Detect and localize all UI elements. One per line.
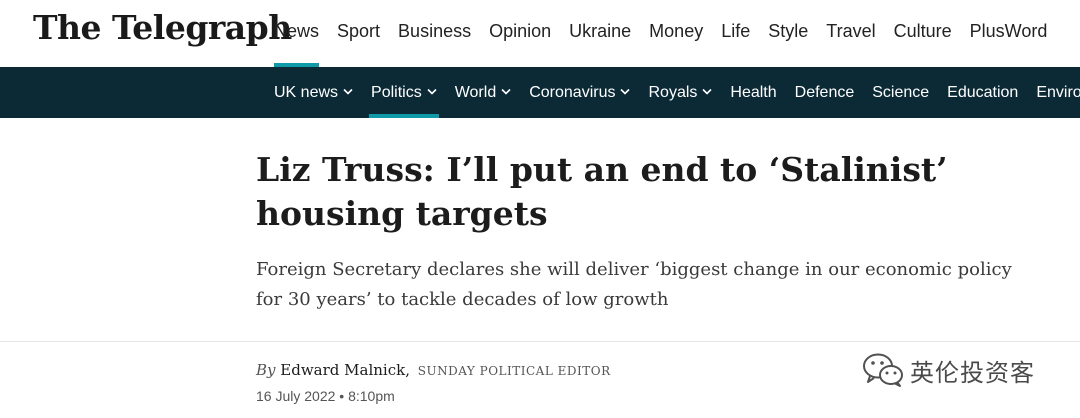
article-headline: Liz Truss: I’ll put an end to ‘Stalinist… — [256, 150, 948, 233]
byline-divider — [0, 341, 1080, 342]
section-nav-environment[interactable]: Environment — [1036, 67, 1080, 118]
primary-nav: News Sport Business Opinion Ukraine Money Life… — [274, 0, 1065, 67]
primary-nav-plusword[interactable]: PlusWord — [970, 0, 1048, 67]
section-nav-royals[interactable]: Royals — [648, 67, 712, 118]
section-nav-defence[interactable]: Defence — [795, 67, 855, 118]
section-nav-label: Education — [947, 83, 1019, 101]
byline-prefix: By — [256, 361, 276, 379]
section-nav-label: Health — [730, 83, 777, 101]
section-nav-label: World — [454, 83, 497, 101]
chevron-down-icon — [702, 88, 712, 95]
author-role: SUNDAY POLITICAL EDITOR — [417, 364, 611, 378]
chevron-down-icon — [620, 88, 631, 95]
primary-nav-money[interactable]: Money — [649, 0, 703, 67]
top-header: The Telegraph News Sport Business Opinion Uk… — [0, 0, 1080, 67]
primary-nav-news[interactable]: News — [274, 0, 320, 67]
section-nav: UK news Politics World Coronavirus Royals Hea… — [0, 67, 1080, 118]
section-nav-science[interactable]: Science — [872, 67, 929, 118]
section-nav-label: Science — [872, 83, 930, 101]
section-nav-uk-news[interactable]: UK news — [274, 67, 353, 118]
section-nav-label: Environment — [1036, 83, 1080, 101]
primary-nav-ukraine[interactable]: Ukraine — [569, 0, 631, 67]
telegraph-logo[interactable]: The Telegraph — [33, 8, 292, 47]
section-nav-label: UK news — [274, 83, 339, 101]
watermark-text: 英伦投资客 — [910, 358, 1035, 387]
primary-nav-sport[interactable]: Sport — [337, 0, 380, 67]
section-nav-coronavirus[interactable]: Coronavirus — [529, 67, 631, 118]
article-standfirst: Foreign Secretary declares she will deli… — [256, 259, 1012, 310]
publish-date: 16 July 2022 • 8:10pm — [256, 388, 395, 404]
byline: By Edward Malnick, SUNDAY POLITICAL EDIT… — [256, 361, 611, 379]
section-nav-label: Royals — [648, 83, 698, 101]
primary-nav-opinion[interactable]: Opinion — [489, 0, 551, 67]
wechat-icon — [863, 353, 903, 387]
primary-nav-business[interactable]: Business — [398, 0, 471, 67]
chevron-down-icon — [343, 88, 353, 95]
section-nav-label: Defence — [794, 83, 855, 101]
primary-nav-culture[interactable]: Culture — [894, 0, 952, 67]
primary-nav-travel[interactable]: Travel — [826, 0, 875, 67]
primary-nav-style[interactable]: Style — [768, 0, 808, 67]
wechat-watermark: 英伦投资客 — [862, 352, 1035, 388]
section-nav-world[interactable]: World — [455, 67, 512, 118]
section-nav-politics[interactable]: Politics — [369, 67, 439, 118]
author-name-link[interactable]: Edward Malnick, — [280, 361, 410, 379]
section-nav-health[interactable]: Health — [730, 67, 776, 118]
chevron-down-icon — [501, 88, 511, 95]
section-nav-education[interactable]: Education — [947, 67, 1018, 118]
primary-nav-life[interactable]: Life — [721, 0, 750, 67]
section-nav-label: Coronavirus — [529, 83, 616, 101]
chevron-down-icon — [427, 88, 437, 95]
section-nav-list: UK news Politics World Coronavirus Royals Hea… — [274, 67, 1080, 118]
section-nav-label: Politics — [371, 83, 422, 101]
